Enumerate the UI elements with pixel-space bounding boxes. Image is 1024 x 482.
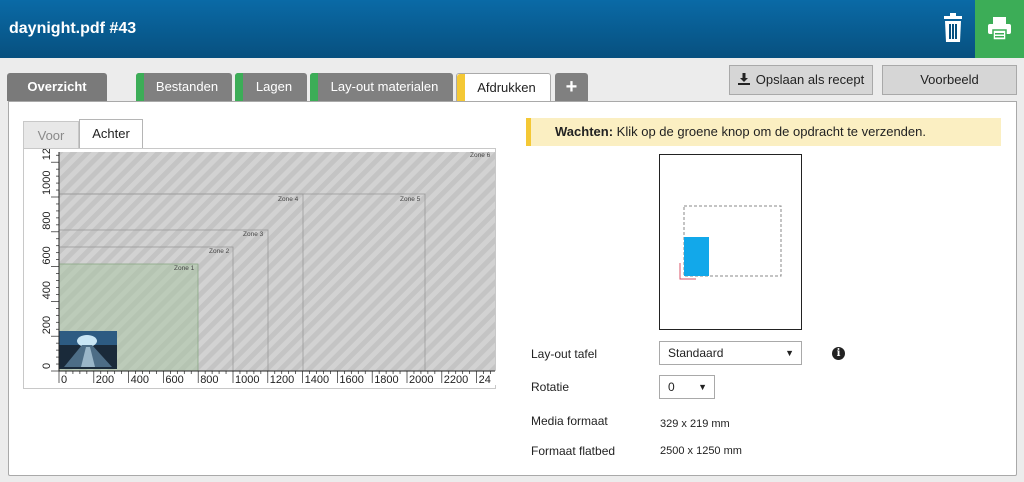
layout-table-value: Standaard xyxy=(668,346,724,360)
save-as-recipe-label: Opslaan als recept xyxy=(755,72,865,87)
y-axis-tick-label: 1000 xyxy=(41,171,53,195)
tab-overzicht[interactable]: Overzicht xyxy=(7,73,107,101)
status-stripe xyxy=(136,73,144,101)
caret-down-icon: ▼ xyxy=(698,382,707,392)
x-axis-tick-label: 600 xyxy=(165,374,183,386)
notice-strong: Wachten: xyxy=(555,124,614,139)
notice-text: Klik op de groene knop om de opdracht te… xyxy=(616,124,926,139)
x-axis-tick-label: 2200 xyxy=(444,374,468,386)
media-format-label: Media formaat xyxy=(531,414,608,428)
tab-voor[interactable]: Voor xyxy=(23,121,79,148)
tab-voor-label: Voor xyxy=(37,128,65,143)
y-axis-ruler: 0 200 400 600 800 1000 1200 xyxy=(41,149,60,372)
rotation-label: Rotatie xyxy=(531,380,570,394)
tab-achter-label: Achter xyxy=(92,126,130,141)
preview-button[interactable]: Voorbeeld xyxy=(882,65,1017,95)
zone-label: Zone 2 xyxy=(209,248,230,255)
zone-label: Zone 5 xyxy=(400,196,421,203)
preview-label: Voorbeeld xyxy=(920,72,979,87)
download-icon xyxy=(737,73,750,85)
tab-lagen-label: Lagen xyxy=(255,79,293,94)
zone-label: Zone 6 xyxy=(470,152,491,159)
caret-down-icon: ▼ xyxy=(785,348,794,358)
layout-table-label: Lay-out tafel xyxy=(531,347,598,361)
flatbed-canvas[interactable]: Zone 6 Zone 4 Zone 5 Zone 3 Zone 2 Zone … xyxy=(23,148,497,389)
y-axis-tick-label: 1200 xyxy=(41,149,53,160)
x-axis-tick-label: 24 xyxy=(479,374,491,386)
tab-lagen[interactable]: Lagen xyxy=(235,73,307,101)
media-thumbnail[interactable] xyxy=(59,331,117,369)
tab-bestanden-label: Bestanden xyxy=(155,79,219,94)
x-axis-tick-label: 200 xyxy=(96,374,114,386)
media-placement xyxy=(684,237,709,276)
flatbed-format-value: 2500 x 1250 mm xyxy=(660,445,742,457)
tab-bestanden[interactable]: Bestanden xyxy=(136,73,232,101)
print-button[interactable] xyxy=(975,0,1024,58)
zone-label: Zone 4 xyxy=(278,196,299,203)
trash-icon[interactable] xyxy=(936,10,970,46)
tab-layout-materialen[interactable]: Lay-out materialen xyxy=(310,73,453,101)
status-stripe xyxy=(457,74,465,102)
zone-label: Zone 1 xyxy=(174,265,195,272)
x-axis-tick-label: 1800 xyxy=(374,374,398,386)
zone-label: Zone 3 xyxy=(243,231,264,238)
status-notice: Wachten: Klik op de groene knop om de op… xyxy=(526,118,1001,146)
x-axis-tick-label: 1000 xyxy=(235,374,259,386)
y-axis-tick-label: 400 xyxy=(41,281,53,299)
app-header: daynight.pdf #43 xyxy=(0,0,1024,58)
rotation-select[interactable]: 0 ▼ xyxy=(659,375,715,399)
x-axis-tick-label: 0 xyxy=(61,374,67,386)
y-axis-tick-label: 0 xyxy=(41,363,53,369)
page-title: daynight.pdf #43 xyxy=(9,20,137,37)
add-tab-button[interactable]: + xyxy=(555,73,588,101)
tab-afdrukken-label: Afdrukken xyxy=(477,80,536,95)
layout-table-select[interactable]: Standaard ▼ xyxy=(659,341,802,365)
y-axis-tick-label: 600 xyxy=(41,246,53,264)
flatbed-format-label: Formaat flatbed xyxy=(531,444,616,458)
x-axis-tick-label: 400 xyxy=(131,374,149,386)
x-axis-tick-label: 1200 xyxy=(270,374,294,386)
plus-icon: + xyxy=(565,76,578,98)
save-as-recipe-button[interactable]: Opslaan als recept xyxy=(729,65,873,95)
tab-overzicht-label: Overzicht xyxy=(27,79,87,94)
info-icon[interactable]: i xyxy=(832,347,845,360)
rotation-value: 0 xyxy=(668,380,675,394)
x-axis-tick-label: 1600 xyxy=(339,374,363,386)
media-preview xyxy=(659,154,802,330)
x-axis-tick-label: 800 xyxy=(200,374,218,386)
y-axis-tick-label: 200 xyxy=(41,316,53,334)
x-axis-ruler: 0 200 400 600 800 1000 1200 1400 1600 1800 2000 220… xyxy=(58,370,497,386)
printer-icon xyxy=(988,17,1011,41)
status-stripe xyxy=(310,73,318,101)
tab-layout-materialen-label: Lay-out materialen xyxy=(330,79,439,94)
tab-afdrukken[interactable]: Afdrukken xyxy=(456,73,551,102)
x-axis-tick-label: 2000 xyxy=(409,374,433,386)
y-axis-tick-label: 800 xyxy=(41,211,53,229)
status-stripe xyxy=(235,73,243,101)
x-axis-tick-label: 1400 xyxy=(305,374,329,386)
tab-achter[interactable]: Achter xyxy=(79,119,143,148)
media-format-value: 329 x 219 mm xyxy=(660,418,730,430)
